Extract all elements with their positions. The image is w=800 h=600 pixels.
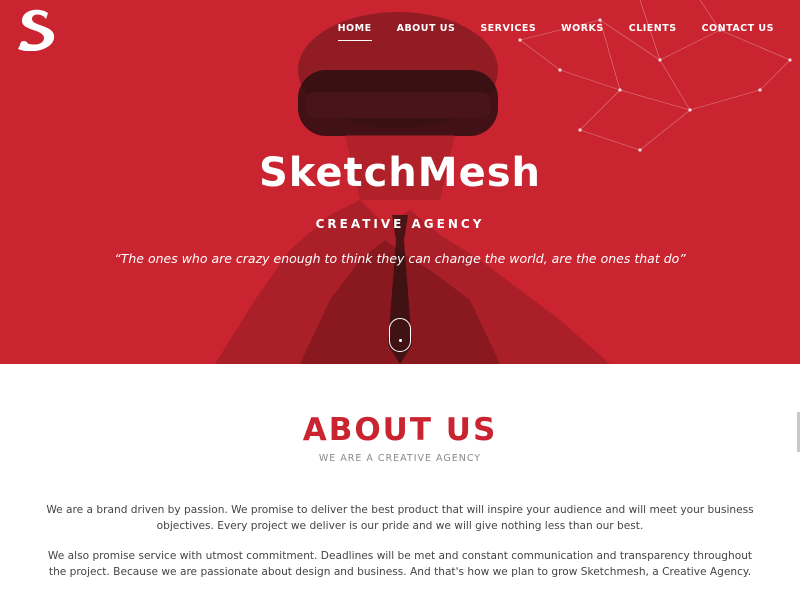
logo-s-icon [18,9,55,51]
logo[interactable] [12,6,60,52]
nav-works[interactable]: WORKS [561,20,604,41]
nav-services[interactable]: SERVICES [480,20,536,41]
nav-clients[interactable]: CLIENTS [629,20,677,41]
about-section: ABOUT US WE ARE A CREATIVE AGENCY We are… [0,364,800,600]
about-paragraph-1: We are a brand driven by passion. We pro… [46,504,754,532]
nav-home[interactable]: HOME [337,20,372,41]
about-subtitle: WE ARE A CREATIVE AGENCY [318,453,482,464]
main-nav: HOME ABOUT US SERVICES WORKS CLIENTS CON… [313,20,774,41]
hero-title: SketchMesh [259,150,541,196]
hero-section: HOME ABOUT US SERVICES WORKS CLIENTS CON… [0,0,800,364]
hero-quote: “The ones who are crazy enough to think … [114,251,686,266]
mouse-scroll-icon[interactable] [389,318,411,352]
hero-subtitle: CREATIVE AGENCY [315,217,485,231]
nav-contact-us[interactable]: CONTACT US [702,20,774,41]
nav-about-us[interactable]: ABOUT US [397,20,456,41]
about-title: ABOUT US [302,412,498,448]
scroll-dot [398,339,402,342]
about-paragraph-2: We also promise service with utmost comm… [47,550,753,578]
